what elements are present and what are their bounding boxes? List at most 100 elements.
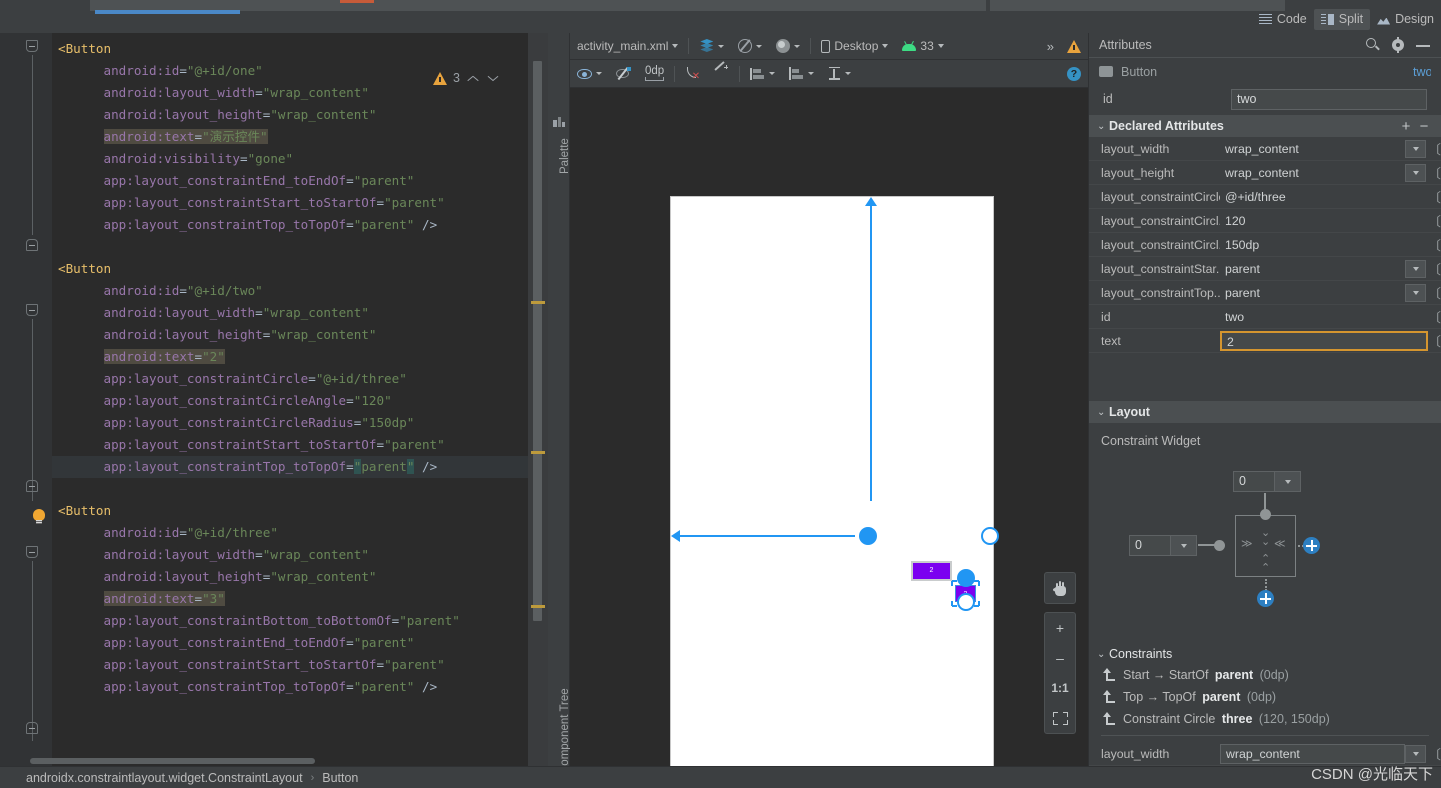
chevron-down-icon[interactable]: ⌄ xyxy=(1097,407,1109,418)
top-anchor-dot[interactable] xyxy=(1260,509,1271,520)
zoom-in-button[interactable]: + xyxy=(1045,613,1075,643)
code-line[interactable]: android:layout_width="wrap_content" xyxy=(52,544,528,566)
constraint-item[interactable]: Start → StartOf parent (0dp) xyxy=(1089,664,1441,686)
editor-scrollbar[interactable] xyxy=(528,33,548,766)
xml-code-editor[interactable]: <Button android:id="@+id/one" android:la… xyxy=(0,33,548,766)
intention-bulb-icon[interactable] xyxy=(32,509,46,525)
row-resource-picker[interactable]: 〔 xyxy=(1428,139,1441,158)
show-constraints-button[interactable] xyxy=(570,60,609,87)
row-resource-picker[interactable]: 〔 xyxy=(1428,744,1441,763)
constraint-item[interactable]: Top → TopOf parent (0dp) xyxy=(1089,686,1441,708)
distribute-button[interactable] xyxy=(821,60,858,87)
row-value[interactable]: two xyxy=(1220,310,1428,324)
search-icon[interactable] xyxy=(1365,37,1381,53)
end-anchor[interactable] xyxy=(981,527,999,545)
code-line[interactable]: app:layout_constraintCircleAngle="120" xyxy=(52,390,528,412)
top-margin-dropdown[interactable]: 0 xyxy=(1233,471,1301,492)
top-anchor[interactable] xyxy=(957,569,975,587)
infer-constraints-button[interactable] xyxy=(707,60,736,87)
row-resource-picker[interactable]: 〔 xyxy=(1428,259,1441,278)
add-attribute-button[interactable]: + xyxy=(1397,118,1415,135)
breadcrumb-root[interactable]: androidx.constraintlayout.widget.Constra… xyxy=(26,771,303,785)
layout-file-selector[interactable]: activity_main.xml xyxy=(570,33,685,59)
tab-placeholder-2[interactable] xyxy=(310,0,446,11)
horizontal-bias-chevrons-right[interactable]: ≪ xyxy=(1274,539,1286,550)
code-line[interactable]: app:layout_constraintBottom_toBottomOf="… xyxy=(52,610,528,632)
design-canvas[interactable]: 2 2 xyxy=(570,88,1088,766)
row-resource-picker[interactable]: 〔 xyxy=(1428,211,1441,230)
guidelines-button[interactable] xyxy=(743,60,782,87)
toolbar-overflow-button[interactable]: » xyxy=(1040,33,1060,59)
row-value[interactable]: wrap_content xyxy=(1220,142,1405,156)
bottom-anchor[interactable] xyxy=(957,593,975,611)
create-bottom-constraint-button[interactable] xyxy=(1257,590,1274,607)
code-line[interactable]: app:layout_constraintEnd_toEndOf="parent… xyxy=(52,170,528,192)
table-row[interactable]: layout_constraintTop... parent 〔 xyxy=(1089,281,1441,305)
device-selector[interactable]: Desktop xyxy=(814,33,895,59)
zoom-out-button[interactable]: – xyxy=(1045,643,1075,673)
table-row[interactable]: layout_height wrap_content 〔 xyxy=(1089,161,1441,185)
code-line[interactable]: app:layout_constraintStart_toStartOf="pa… xyxy=(52,192,528,214)
top-margin-dropdown-button[interactable] xyxy=(1275,471,1301,492)
align-button[interactable] xyxy=(782,60,821,87)
mode-design-button[interactable]: Design xyxy=(1370,9,1441,30)
code-line[interactable]: android:id="@+id/two" xyxy=(52,280,528,302)
resize-handle[interactable] xyxy=(978,581,980,586)
next-problem-icon[interactable] xyxy=(486,71,500,85)
vertical-bias-chevrons-bottom[interactable]: ⌃ ⌃ xyxy=(1261,554,1270,574)
theme-selector-button[interactable] xyxy=(769,33,807,59)
toggle-constraints-button[interactable] xyxy=(731,33,769,59)
code-line[interactable] xyxy=(52,478,528,500)
table-row[interactable]: id two 〔 xyxy=(1089,305,1441,329)
code-line[interactable]: app:layout_constraintStart_toStartOf="pa… xyxy=(52,654,528,676)
code-line[interactable]: app:layout_constraintEnd_toEndOf="parent… xyxy=(52,632,528,654)
row-resource-picker[interactable]: 〔 xyxy=(1428,235,1441,254)
row-value[interactable]: @+id/three xyxy=(1220,190,1428,204)
create-right-constraint-button[interactable] xyxy=(1303,537,1320,554)
code-text-area[interactable]: <Button android:id="@+id/one" android:la… xyxy=(52,33,528,698)
fold-toggle-3[interactable] xyxy=(26,546,39,559)
code-line[interactable]: android:text="3" xyxy=(52,588,528,610)
code-line[interactable]: android:layout_width="wrap_content" xyxy=(52,82,528,104)
row-value[interactable]: parent xyxy=(1220,286,1405,300)
fold-toggle-3-end[interactable] xyxy=(26,722,39,735)
row-resource-picker[interactable]: 〔 xyxy=(1428,307,1441,326)
row-dropdown-button[interactable] xyxy=(1405,163,1426,182)
api-level-selector[interactable]: 33 xyxy=(895,33,950,59)
mode-code-button[interactable]: Code xyxy=(1252,9,1314,30)
canvas-widget-chip[interactable]: 2 xyxy=(911,561,952,581)
table-row[interactable]: layout_constraintCircl... 120 〔 xyxy=(1089,209,1441,233)
scrollbar-marker[interactable] xyxy=(531,301,545,304)
row-value[interactable]: wrap_content xyxy=(1220,743,1405,764)
table-row[interactable]: layout_constraintCircle @+id/three 〔 xyxy=(1089,185,1441,209)
editor-inspection-widget[interactable]: 3 xyxy=(433,71,500,85)
code-line[interactable] xyxy=(52,236,528,258)
row-resource-picker[interactable]: 〔 xyxy=(1428,283,1441,302)
row-value[interactable]: wrap_content xyxy=(1220,166,1405,180)
row-resource-picker[interactable]: 〔 xyxy=(1428,163,1441,182)
constraint-item[interactable]: Constraint Circle three (120, 150dp) xyxy=(1089,708,1441,730)
row-value[interactable]: 2 xyxy=(1220,330,1428,351)
code-line[interactable]: android:text="演示控件" xyxy=(52,126,528,148)
fold-toggle-2-end[interactable] xyxy=(26,480,39,493)
table-row[interactable]: layout_width wrap_content 〔 xyxy=(1089,137,1441,161)
row-resource-picker[interactable]: 〔 xyxy=(1428,187,1441,206)
row-value[interactable]: 120 xyxy=(1220,214,1428,228)
code-line[interactable]: android:layout_height="wrap_content" xyxy=(52,324,528,346)
code-line[interactable]: app:layout_constraintCircle="@+id/three" xyxy=(52,368,528,390)
table-row[interactable]: layout_constraintCircl... 150dp 〔 xyxy=(1089,233,1441,257)
fold-toggle-1[interactable] xyxy=(26,40,39,53)
resize-handle[interactable] xyxy=(951,601,953,606)
row-dropdown-button[interactable] xyxy=(1405,139,1426,158)
code-line[interactable]: app:layout_constraintTop_toTopOf="parent… xyxy=(52,676,528,698)
chevron-down-icon[interactable]: ⌄ xyxy=(1097,649,1109,660)
design-view-mode-button[interactable] xyxy=(692,33,731,59)
layout-section-header[interactable]: ⌄ Layout xyxy=(1089,401,1441,423)
fold-toggle-1-end[interactable] xyxy=(26,239,39,252)
left-margin-value[interactable]: 0 xyxy=(1129,535,1171,556)
code-line[interactable]: android:layout_width="wrap_content" xyxy=(52,302,528,324)
row-dropdown-button[interactable] xyxy=(1405,744,1426,763)
resize-handle[interactable] xyxy=(951,581,953,586)
code-line[interactable]: android:visibility="gone" xyxy=(52,148,528,170)
code-line[interactable]: app:layout_constraintCircleRadius="150dp… xyxy=(52,412,528,434)
